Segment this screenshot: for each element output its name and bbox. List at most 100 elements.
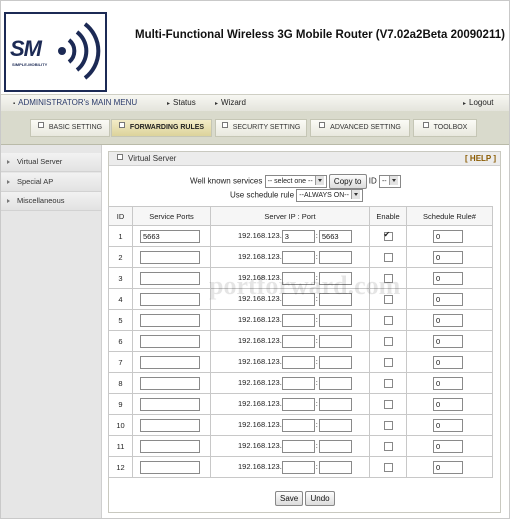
server-ip-last-octet-input[interactable] [281,439,315,453]
row-id: 3 [108,267,133,289]
schedule-row: Use schedule rule --ALWAYS ON-- [230,189,363,202]
server-port-input[interactable] [318,376,352,390]
schedule-rule-input[interactable]: 0 [433,250,463,264]
ip-prefix: 192.168.123. [238,461,282,471]
server-ip-last-octet-input[interactable] [281,313,315,327]
ip-prefix: 192.168.123. [238,230,282,240]
ip-port-separator: : [315,251,318,261]
enable-checkbox[interactable] [383,315,393,325]
sidebar-item-special-ap[interactable]: Special AP [1,173,101,192]
service-ports-input[interactable] [140,271,200,285]
server-ip-last-octet-input[interactable] [281,334,315,348]
server-port-input[interactable] [318,313,352,327]
server-ip-last-octet-input[interactable]: 3 [281,229,315,243]
tab-forwarding-rules[interactable]: FORWARDING RULES [111,119,212,137]
square-bullet-icon [422,122,429,128]
server-ip-last-octet-input[interactable] [281,271,315,285]
wizard-link[interactable]: ▸ Wizard [215,98,246,107]
sidebar-item-label: Virtual Server [17,157,63,166]
schedule-rule-input[interactable]: 0 [433,229,463,243]
service-ports-input[interactable] [140,250,200,264]
ip-prefix: 192.168.123. [238,356,282,366]
tab-advanced-setting[interactable]: ADVANCED SETTING [310,119,410,137]
table-row: 8 192.168.123.: 0 [108,372,493,394]
schedule-rule-input[interactable]: 0 [433,418,463,432]
enable-checkbox[interactable] [383,378,393,388]
server-ip-last-octet-input[interactable] [281,418,315,432]
copy-to-button[interactable]: Copy to [328,174,367,189]
server-ip-last-octet-input[interactable] [281,397,315,411]
chevron-right-icon: ▸ [167,101,171,107]
sidebar-item-virtual-server[interactable]: Virtual Server [1,153,101,172]
enable-checkbox[interactable] [383,336,393,346]
server-port-input[interactable] [318,271,352,285]
status-link[interactable]: ▸ Status [167,98,196,107]
schedule-rule-input[interactable]: 0 [433,271,463,285]
service-ports-input[interactable] [140,334,200,348]
schedule-rule-input[interactable]: 0 [433,334,463,348]
service-ports-input[interactable] [140,292,200,306]
ip-prefix: 192.168.123. [238,272,282,282]
server-ip-last-octet-input[interactable] [281,376,315,390]
panel-header: Virtual Server [ HELP ] [109,152,500,166]
enable-checkbox[interactable] [383,252,393,262]
logout-link[interactable]: ▸ Logout [463,98,493,107]
service-ports-input[interactable] [140,355,200,369]
main-menu-link[interactable]: ▪ ADMINISTRATOR's MAIN MENU [13,98,137,107]
server-port-input[interactable] [318,292,352,306]
enable-checkbox[interactable] [383,441,393,451]
enable-checkbox[interactable] [383,420,393,430]
well-known-select[interactable]: -- select one -- [264,175,327,188]
tab-basic-setting[interactable]: BASIC SETTING [30,119,110,137]
tab-security-setting[interactable]: SECURITY SETTING [215,119,307,137]
help-link[interactable]: [ HELP ] [465,154,496,163]
save-button[interactable]: Save [275,491,304,506]
server-port-input[interactable] [318,439,352,453]
server-port-input[interactable] [318,334,352,348]
tab-toolbox[interactable]: TOOLBOX [413,119,477,137]
undo-button[interactable]: Undo [305,491,335,506]
schedule-rule-input[interactable]: 0 [433,397,463,411]
enable-checkbox[interactable] [383,294,393,304]
service-ports-input[interactable] [140,397,200,411]
column-header-service-ports: Service Ports [132,206,211,226]
table-row: 6 192.168.123.: 0 [108,330,493,352]
row-id: 5 [108,309,133,331]
enable-checkbox[interactable] [383,399,393,409]
status-label: Status [173,98,196,107]
server-port-input[interactable] [318,355,352,369]
server-port-input[interactable] [318,460,352,474]
server-port-input[interactable] [318,250,352,264]
table-row: 4 192.168.123.: 0 [108,288,493,310]
enable-checkbox[interactable] [383,273,393,283]
schedule-rule-input[interactable]: 0 [433,355,463,369]
schedule-rule-input[interactable]: 0 [433,313,463,327]
schedule-rule-input[interactable]: 0 [433,460,463,474]
service-ports-input[interactable] [140,439,200,453]
server-port-input[interactable] [318,418,352,432]
row-id: 6 [108,330,133,352]
schedule-select[interactable]: --ALWAYS ON-- [296,189,363,202]
service-ports-input[interactable] [140,418,200,432]
enable-checkbox[interactable] [383,357,393,367]
schedule-rule-input[interactable]: 0 [433,292,463,306]
sidebar-item-miscellaneous[interactable]: Miscellaneous [1,192,101,211]
row-id: 12 [108,456,133,478]
enable-checkbox[interactable] [383,462,393,472]
service-ports-input[interactable] [140,460,200,474]
schedule-rule-input[interactable]: 0 [433,439,463,453]
id-select[interactable]: -- [378,175,401,188]
column-header-id: ID [108,206,133,226]
server-ip-last-octet-input[interactable] [281,250,315,264]
server-port-input[interactable] [318,397,352,411]
service-ports-input[interactable]: 5663 [140,229,200,243]
row-id: 2 [108,246,133,268]
enable-checkbox[interactable] [383,230,393,241]
schedule-rule-input[interactable]: 0 [433,376,463,390]
server-ip-last-octet-input[interactable] [281,355,315,369]
server-port-input[interactable]: 5663 [318,229,352,243]
service-ports-input[interactable] [140,376,200,390]
service-ports-input[interactable] [140,313,200,327]
server-ip-last-octet-input[interactable] [281,460,315,474]
server-ip-last-octet-input[interactable] [281,292,315,306]
